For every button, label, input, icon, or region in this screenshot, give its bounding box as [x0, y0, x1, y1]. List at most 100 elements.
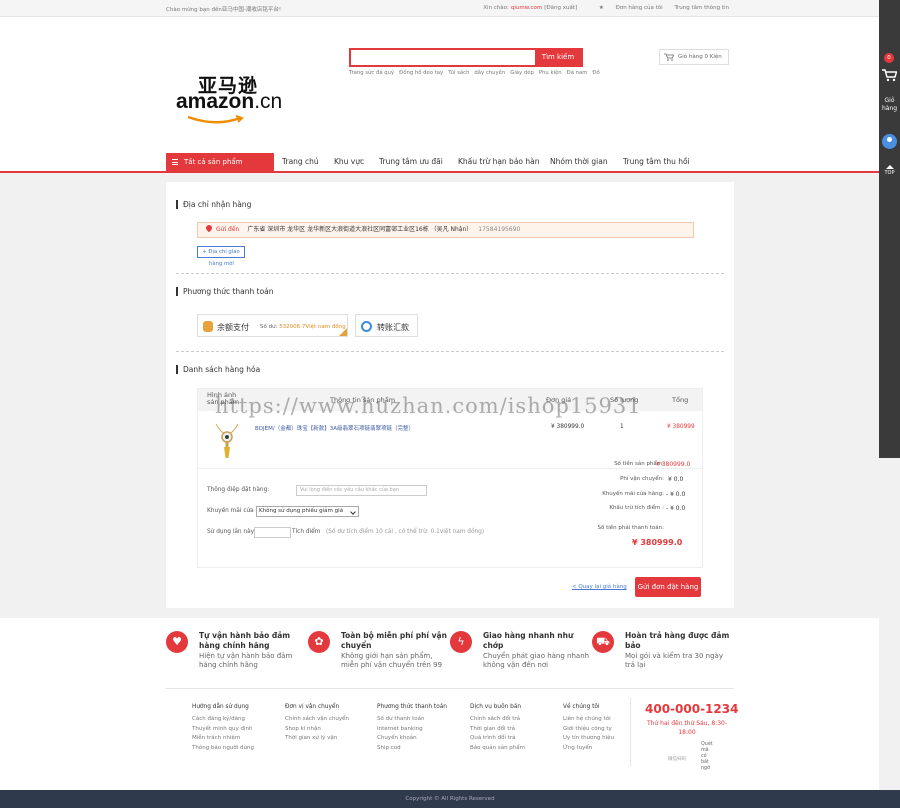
sidebar-cart-label[interactable]: Giỏ hàng: [879, 97, 900, 113]
mini-cart-button[interactable]: Giỏ hàng 0 Kiện: [659, 49, 729, 65]
footer-column: Hướng dẫn sử dụng Cách đăng ký/đăng Thuy…: [192, 704, 282, 754]
user-avatar-icon[interactable]: [882, 134, 897, 149]
message-label: Thông điệp đặt hàng:: [207, 487, 270, 493]
submit-order-button[interactable]: Gửi đơn đặt hàng: [635, 577, 701, 597]
footer-link[interactable]: Liên hệ chúng tôi: [563, 716, 653, 722]
cart-icon[interactable]: [882, 69, 897, 82]
divider: [176, 273, 724, 274]
service-desc: Hiện tự vận hành bảo đảm hàng chính hãng: [199, 652, 293, 669]
product-name-link[interactable]: BOJEM/（金都）珠宝【新款】3A级翡翠石项链翡翠项链（完整）: [255, 424, 414, 432]
service-title: Toàn bộ miễn phí phí vận chuyển: [341, 631, 447, 650]
cart-icon: [664, 53, 674, 61]
top-bar: Chào mừng bạn đến亚马中国-潮收店铭平台! Xin chào: q…: [0, 0, 879, 17]
summary-label: Khuyến mãi cửa hàng:: [602, 491, 664, 497]
nav-item-deals[interactable]: Trung tâm ưu đãi: [379, 157, 443, 166]
hotword-link[interactable]: dây chuyền: [474, 70, 505, 76]
hand-heart-icon: ✿: [308, 631, 330, 653]
footer-column: Đơn vị vận chuyển Chính sách vận chuyển …: [285, 704, 375, 745]
footer-link[interactable]: Bảo quản sản phẩm: [470, 745, 560, 751]
nav-item-region[interactable]: Khu vực: [334, 157, 364, 166]
menu-icon: [172, 159, 178, 165]
footer-link[interactable]: Thuyết minh quy định: [192, 726, 282, 732]
hotline-hours: Thứ hai đến thứ Sáu, 8:30-18:00: [646, 720, 728, 736]
location-pin-icon: [204, 223, 214, 233]
footer-link[interactable]: Ship cod: [377, 745, 467, 751]
hotline-number: 400-000-1234: [645, 702, 739, 716]
qr-code-image: 微信扫码: [668, 757, 686, 762]
footer-link[interactable]: Số dư thanh toán: [377, 716, 467, 722]
promo-select[interactable]: Không sử dụng phiếu giảm giá: [256, 506, 359, 517]
service-title: Hoàn trả hàng được đảm bảo: [625, 631, 730, 650]
hotword-link[interactable]: Đồng hồ đeo tay: [399, 70, 443, 76]
footer-link[interactable]: Miễn trách nhiệm: [192, 735, 282, 741]
new-address-button[interactable]: + Địa chỉ giao: [197, 246, 245, 258]
hotword-link[interactable]: Phụ kiện: [539, 70, 562, 76]
footer-column: Dịch vụ buôn bán Chính sách đổi trả Thời…: [470, 704, 560, 754]
footer-link[interactable]: Chuyển khoản: [377, 735, 467, 741]
address-detail: 广东省 深圳市 龙华区 龙华新区大浪街道大浪社区同富邨工业区16栋 （吴凡 Nh…: [247, 226, 473, 233]
new-address-button-line2[interactable]: hàng mới: [209, 261, 234, 267]
footer-link[interactable]: Chính sách đổi trả: [470, 716, 560, 722]
summary-value: ¥ 380999.0: [656, 461, 691, 468]
footer-link[interactable]: Internet banking: [377, 726, 467, 732]
address-card[interactable]: Gửi đến 广东省 深圳市 龙华区 龙华新区大浪街道大浪社区同富邨工业区16栋…: [197, 222, 694, 238]
footer-col-title: Hướng dẫn sử dụng: [192, 704, 249, 710]
nav-item-warranty[interactable]: Khấu trừ hạn bảo hàn: [458, 157, 540, 166]
top-bar-right: Xin chào: qiumw.com [Đăng xuất] ★ Đơn hàng…: [473, 5, 729, 11]
search-bar: Tìm kiếm: [349, 48, 583, 67]
footer-link[interactable]: Ứng tuyển: [563, 745, 653, 751]
search-input[interactable]: [351, 50, 535, 65]
shield-icon: ♥: [166, 631, 188, 653]
star-icon: ★: [598, 5, 604, 11]
hotword-link[interactable]: Túi sách: [448, 70, 469, 76]
search-button[interactable]: Tìm kiếm: [535, 50, 581, 65]
copyright-bar: Copyright © All Rights Reserved: [0, 790, 900, 808]
footer-link[interactable]: Thời gian xử lý vận: [285, 735, 375, 741]
selected-corner-icon: [339, 328, 347, 336]
footer-link[interactable]: Uy tín thương hiệu: [563, 735, 653, 741]
help-center-link[interactable]: Trung tâm thông tin: [674, 5, 729, 11]
footer-link[interactable]: Cách đăng ký/đăng: [192, 716, 282, 722]
product-image[interactable]: [208, 420, 246, 460]
footer-col-title: Đơn vị vận chuyển: [285, 704, 340, 710]
lightning-icon: ϟ: [450, 631, 472, 653]
footer-link[interactable]: Chính sách vận chuyển: [285, 716, 375, 722]
footer-link[interactable]: Thông báo người dùng: [192, 745, 282, 751]
footer: ♥ Tự vận hành bảo đảm hàng chính hãng Hi…: [0, 618, 879, 790]
back-to-top-button[interactable]: TOP: [879, 165, 900, 176]
product-qty: 1: [620, 424, 624, 430]
hotword-link[interactable]: Đồ: [592, 70, 599, 76]
username-link[interactable]: qiumw.com: [511, 5, 542, 11]
all-categories-button[interactable]: Tất cả sản phẩm: [166, 153, 274, 173]
truck-icon: ⛟: [592, 631, 614, 653]
summary-label: Khấu trừ tích điểm :: [609, 505, 664, 511]
hotword-link[interactable]: Đá nam: [567, 70, 588, 76]
nav-item-recycle[interactable]: Trung tâm thu hồi: [623, 157, 690, 166]
logout-link[interactable]: [Đăng xuất]: [544, 5, 577, 11]
back-to-cart-link[interactable]: < Quay lại giỏ hàng: [572, 584, 627, 590]
balance-amount: Số dư: 532006.7Việt nam đồng: [260, 324, 346, 330]
bank-transfer-option[interactable]: 转账汇款: [355, 314, 418, 337]
hotword-link[interactable]: Giày dép: [510, 70, 534, 76]
my-orders-link[interactable]: ★ Đơn hàng của tôi: [589, 5, 663, 11]
footer-col-title: Dịch vụ buôn bán: [470, 704, 522, 710]
watermark: https://www.huzhan.com/ishop15931: [215, 394, 642, 418]
nav-item-home[interactable]: Trang chủ: [282, 157, 319, 166]
footer-link[interactable]: Thời gian đổi trả: [470, 726, 560, 732]
main-nav: Tất cả sản phẩm Trang chủ Khu vực Trung …: [0, 153, 879, 173]
hotword-link[interactable]: Trang sức đá quý: [349, 70, 394, 76]
send-to-label: Gửi đến: [216, 226, 240, 233]
order-message-input[interactable]: Vui lòng điền các yêu cầu khác của bạn: [296, 485, 427, 496]
points-unit: Tích điểm: [292, 529, 321, 535]
footer-column: Phương thức thanh toán Số dư thanh toán …: [377, 704, 467, 754]
nav-item-timegroup[interactable]: Nhóm thời gian: [550, 157, 608, 166]
footer-link[interactable]: Quá trình đổi trả: [470, 735, 560, 741]
service-title: Tự vận hành bảo đảm hàng chính hãng: [199, 631, 291, 650]
footer-link[interactable]: Shop kí nhận: [285, 726, 375, 732]
balance-payment-option[interactable]: 余额支付 Số dư: 532006.7Việt nam đồng: [197, 314, 348, 337]
points-input[interactable]: [254, 527, 291, 538]
amazon-logo[interactable]: 亚马逊 amazon.cn: [176, 75, 286, 127]
footer-link[interactable]: Giới thiệu công ty: [563, 726, 653, 732]
cart-count-badge: 0: [884, 53, 894, 63]
address-phone: 17584195690: [478, 226, 521, 233]
